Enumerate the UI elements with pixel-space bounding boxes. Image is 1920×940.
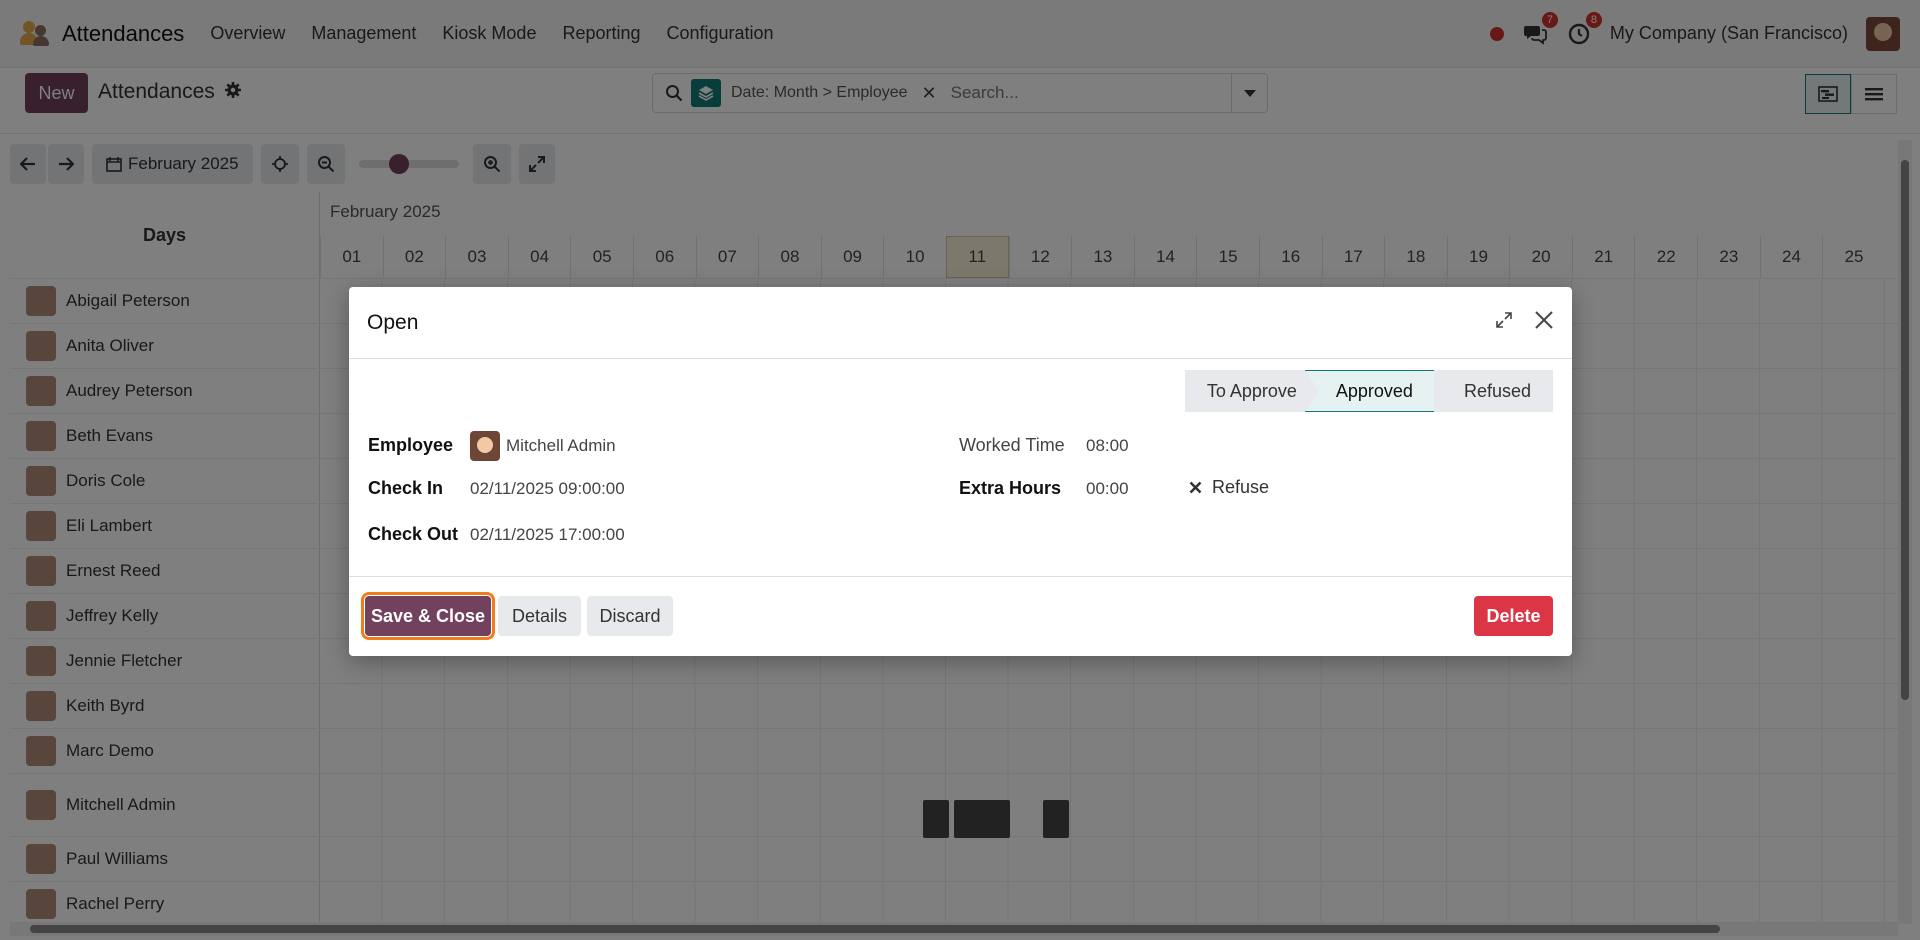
worked-time-value: 08:00 — [1086, 436, 1129, 455]
close-icon[interactable] — [1534, 310, 1554, 335]
attendance-dialog: Open To Approve Approved Refused Employe… — [349, 287, 1572, 656]
save-close-button[interactable]: Save & Close — [361, 592, 495, 640]
status-bar: To Approve Approved Refused — [1184, 370, 1553, 412]
employee-label: Employee — [368, 435, 454, 455]
employee-avatar — [470, 431, 500, 461]
worked-time-label: Worked Time — [959, 435, 1065, 455]
discard-button[interactable]: Discard — [587, 596, 673, 636]
stage-refused[interactable]: Refused — [1433, 370, 1553, 412]
employee-value: Mitchell Admin — [506, 436, 616, 455]
check-out-field[interactable]: 02/11/2025 17:00:00 — [470, 525, 625, 545]
check-in-label: Check In — [368, 478, 444, 498]
details-button[interactable]: Details — [498, 596, 581, 636]
stage-to-approve[interactable]: To Approve — [1184, 370, 1319, 412]
stage-label: Approved — [1335, 380, 1413, 401]
stage-approved[interactable]: Approved — [1305, 370, 1448, 412]
refuse-extra-hours-button[interactable]: Refuse — [1189, 477, 1269, 498]
stage-label: To Approve — [1206, 380, 1297, 401]
check-in-field[interactable]: 02/11/2025 09:00:00 — [470, 479, 625, 499]
check-out-label: Check Out — [368, 524, 459, 544]
dialog-title: Open — [367, 310, 419, 334]
stage-label: Refused — [1463, 380, 1531, 401]
refuse-label: Refuse — [1212, 477, 1270, 497]
extra-hours-label: Extra Hours — [959, 478, 1062, 498]
delete-button[interactable]: Delete — [1474, 596, 1553, 636]
x-icon — [1189, 481, 1202, 494]
employee-field[interactable]: Mitchell Admin — [470, 431, 616, 461]
extra-hours-value: 00:00 — [1086, 479, 1129, 498]
expand-dialog-icon[interactable] — [1496, 312, 1512, 333]
dialog-header: Open — [349, 287, 1572, 359]
